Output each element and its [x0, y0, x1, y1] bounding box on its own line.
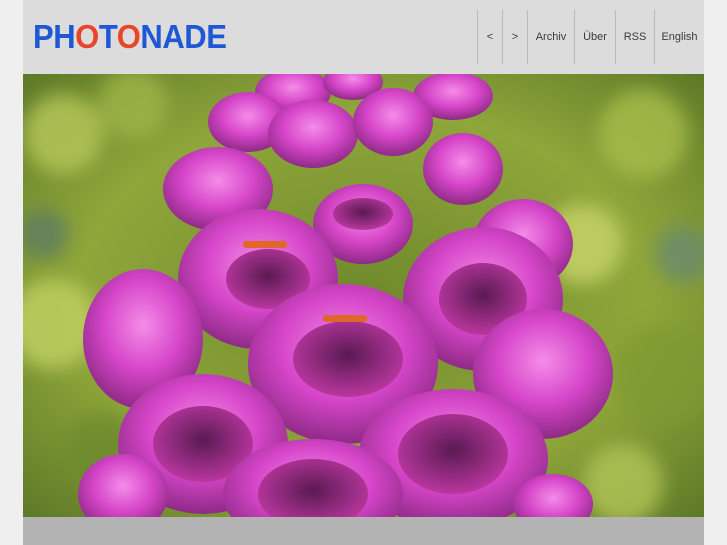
site-logo[interactable]: PHOTONADE [33, 18, 227, 55]
nav-archive-link[interactable]: Archiv [527, 10, 574, 64]
next-photo-link[interactable]: > [502, 10, 527, 64]
foxglove-photo-image [23, 74, 704, 517]
prev-photo-link[interactable]: < [477, 10, 502, 64]
logo-segment: PH [33, 18, 76, 55]
main-nav: < > Archiv Über RSS English [477, 10, 704, 64]
nav-rss-link[interactable]: RSS [615, 10, 654, 64]
logo-segment: NADE [140, 18, 227, 55]
site-header: PHOTONADE < > Archiv Über RSS English [23, 0, 704, 74]
nav-about-link[interactable]: Über [574, 10, 615, 64]
logo-segment: O [116, 18, 141, 55]
page-container: PHOTONADE < > Archiv Über RSS English [23, 0, 704, 545]
logo-segment: O [75, 18, 99, 55]
featured-photo[interactable] [23, 74, 704, 517]
logo-segment: T [98, 18, 117, 55]
nav-language-link[interactable]: English [654, 10, 704, 64]
caption-bar [23, 517, 704, 545]
